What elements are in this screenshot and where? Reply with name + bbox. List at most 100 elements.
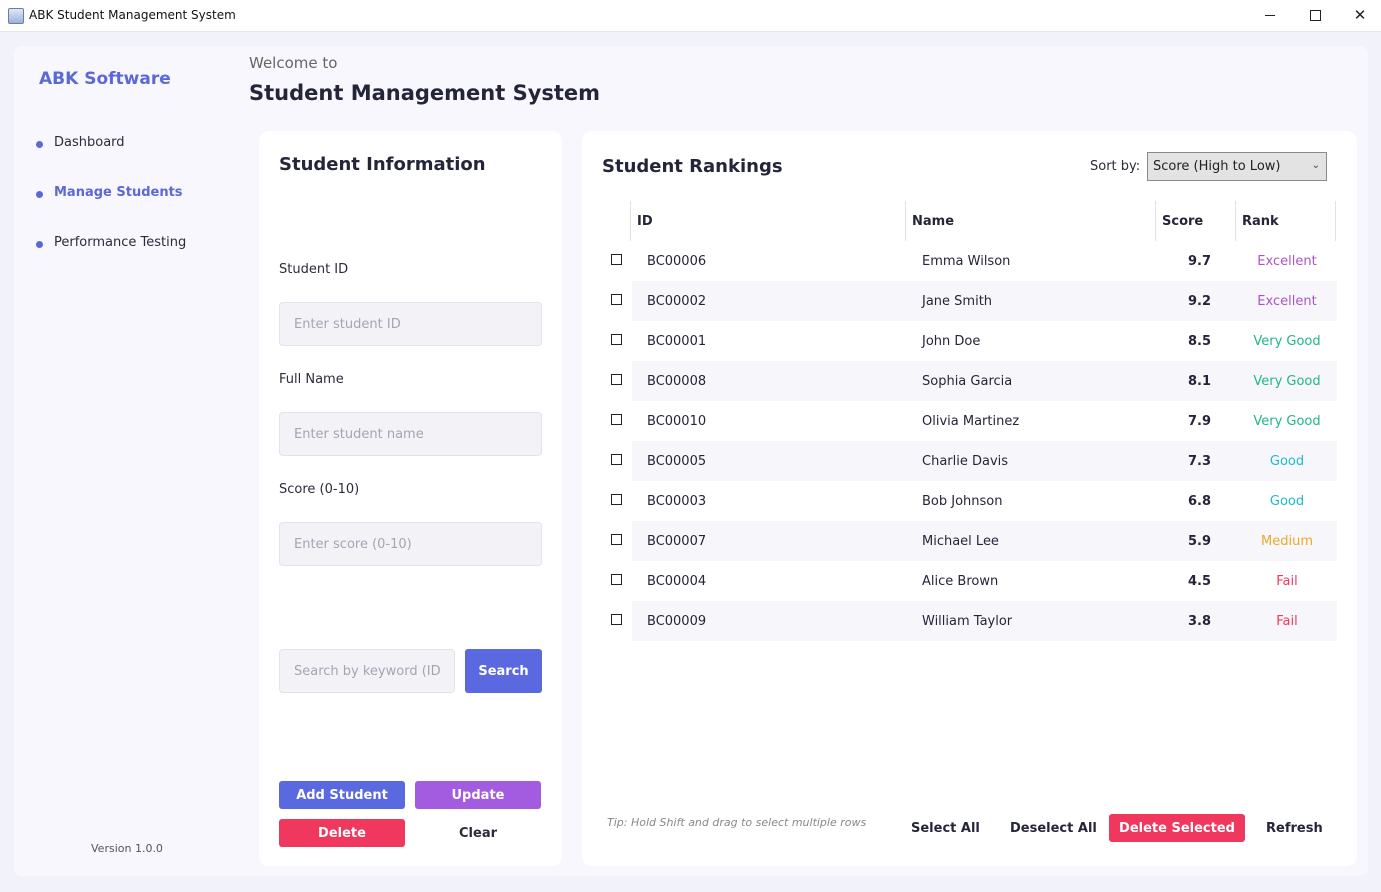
row-checkbox[interactable] [611,294,622,305]
cell-id: BC00007 [647,533,707,549]
table-row[interactable]: BC00010 Olivia Martinez 7.9 Very Good [602,401,1337,441]
update-button[interactable]: Update [415,781,541,809]
cell-rank: Excellent [1257,293,1317,309]
cell-score: 9.2 [1188,293,1212,309]
table-row[interactable]: BC00008 Sophia Garcia 8.1 Very Good [602,361,1337,401]
row-checkbox[interactable] [611,494,622,505]
cell-rank: Good [1269,453,1305,469]
table-row[interactable]: BC00006 Emma Wilson 9.7 Excellent [602,241,1337,281]
cell-name: John Doe [922,333,981,349]
student-id-input[interactable] [279,302,542,346]
minimize-button[interactable] [1247,0,1293,31]
column-header-score[interactable]: Score [1162,201,1203,241]
delete-selected-button[interactable]: Delete Selected [1109,814,1245,842]
column-header-rank[interactable]: Rank [1242,201,1279,241]
cell-name: Michael Lee [922,533,999,549]
full-name-input[interactable] [279,412,542,456]
cell-name: Jane Smith [922,293,993,309]
sort-select-value: Score (High to Low) [1153,159,1281,174]
table-row[interactable]: BC00009 William Taylor 3.8 Fail [602,601,1337,641]
version-label: Version 1.0.0 [91,842,163,855]
table-row[interactable]: BC00007 Michael Lee 5.9 Medium [602,521,1337,561]
cell-name: Alice Brown [922,573,999,589]
window-title: ABK Student Management System [29,8,236,22]
cell-name: William Taylor [922,613,1013,629]
sidebar-item-label: Manage Students [54,184,183,200]
minimize-icon [1265,15,1275,16]
cell-score: 4.5 [1188,573,1212,589]
cell-rank: Very Good [1253,413,1321,429]
cell-score: 8.1 [1188,373,1212,389]
table-row[interactable]: BC00004 Alice Brown 4.5 Fail [602,561,1337,601]
bullet-icon [36,240,43,248]
cell-id: BC00003 [647,493,707,509]
table-row[interactable]: BC00002 Jane Smith 9.2 Excellent [602,281,1337,321]
column-header-id[interactable]: ID [637,201,653,241]
table-row[interactable]: BC00001 John Doe 8.5 Very Good [602,321,1337,361]
full-name-label: Full Name [279,372,344,387]
select-all-button[interactable]: Select All [911,814,980,842]
sidebar-item-dashboard[interactable]: Dashboard [36,132,125,152]
cell-id: BC00005 [647,453,707,469]
brand-logo-text: ABK Software [39,69,171,89]
cell-score: 5.9 [1188,533,1212,549]
refresh-button[interactable]: Refresh [1266,814,1323,842]
row-checkbox[interactable] [611,374,622,385]
cell-rank: Good [1269,493,1305,509]
cell-rank: Very Good [1253,333,1321,349]
search-button[interactable]: Search [465,649,542,693]
sidebar-item-performance-testing[interactable]: Performance Testing [36,232,186,252]
row-background [632,321,1337,361]
student-info-card [259,131,562,866]
chevron-down-icon: ⌄ [1311,160,1320,171]
form-title: Student Information [279,154,486,175]
close-button[interactable]: ✕ [1337,0,1381,31]
cell-id: BC00004 [647,573,707,589]
cell-score: 7.3 [1188,453,1212,469]
score-input[interactable] [279,522,542,566]
row-checkbox[interactable] [611,614,622,625]
cell-name: Emma Wilson [922,253,1011,269]
deselect-all-button[interactable]: Deselect All [1010,814,1097,842]
sidebar-item-label: Dashboard [54,134,125,150]
search-input[interactable] [279,649,455,693]
sidebar-item-label: Performance Testing [54,234,187,250]
sort-label: Sort by: [1090,159,1141,174]
clear-button[interactable]: Clear [415,819,541,847]
close-icon: ✕ [1353,6,1367,24]
maximize-button[interactable] [1292,0,1338,31]
bullet-icon [36,190,43,198]
cell-id: BC00008 [647,373,707,389]
table-row[interactable]: BC00005 Charlie Davis 7.3 Good [602,441,1337,481]
row-checkbox[interactable] [611,574,622,585]
column-divider [630,201,631,241]
column-header-name[interactable]: Name [912,201,954,241]
sort-select[interactable]: Score (High to Low) ⌄ [1147,152,1327,181]
cell-rank: Excellent [1257,253,1317,269]
sidebar-item-manage-students[interactable]: Manage Students [36,182,183,202]
page-title: Student Management System [249,81,601,105]
cell-score: 6.8 [1188,493,1212,509]
row-checkbox[interactable] [611,254,622,265]
window-titlebar: ABK Student Management System ✕ [0,0,1381,32]
row-checkbox[interactable] [611,334,622,345]
row-checkbox[interactable] [611,534,622,545]
cell-score: 8.5 [1188,333,1212,349]
column-divider [1155,201,1156,241]
cell-id: BC00006 [647,253,707,269]
delete-button[interactable]: Delete [279,819,405,847]
rankings-title: Student Rankings [602,156,783,177]
add-student-button[interactable]: Add Student [279,781,405,809]
table-row[interactable]: BC00003 Bob Johnson 6.8 Good [602,481,1337,521]
cell-name: Sophia Garcia [922,373,1013,389]
row-checkbox[interactable] [611,414,622,425]
column-divider [1335,201,1336,241]
cell-id: BC00010 [647,413,707,429]
cell-rank: Fail [1276,613,1298,629]
cell-rank: Fail [1276,573,1298,589]
cell-rank: Medium [1261,533,1313,549]
column-divider [1235,201,1236,241]
cell-name: Bob Johnson [922,493,1003,509]
cell-score: 9.7 [1188,253,1212,269]
row-checkbox[interactable] [611,454,622,465]
